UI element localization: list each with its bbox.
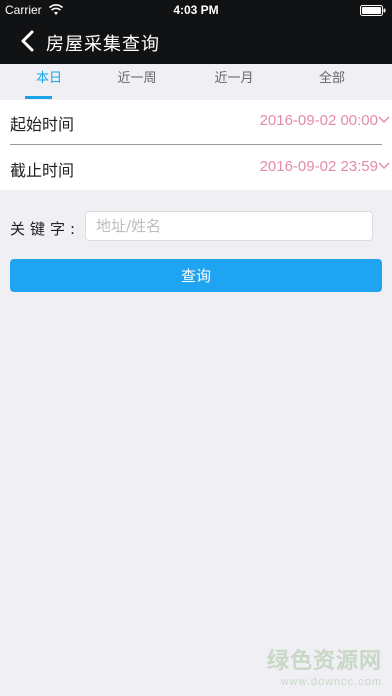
end-time-row[interactable]: 截止时间 2016-09-02 23:59 <box>0 146 392 190</box>
chevron-down-icon[interactable] <box>378 115 390 125</box>
status-bar: Carrier 4:03 PM <box>0 0 392 20</box>
back-chevron-icon[interactable] <box>18 29 38 53</box>
start-time-value[interactable]: 2016-09-02 00:00 <box>260 112 378 129</box>
watermark-url: www.downcc.com <box>280 676 382 688</box>
start-time-row[interactable]: 起始时间 2016-09-02 00:00 <box>0 100 392 144</box>
keyword-input[interactable] <box>85 211 373 241</box>
chevron-down-icon[interactable] <box>378 161 390 171</box>
keyword-label: 关键字: <box>10 220 81 238</box>
tab-all[interactable]: 全部 <box>283 64 381 100</box>
nav-bar: 房屋采集查询 <box>0 20 392 64</box>
end-time-value[interactable]: 2016-09-02 23:59 <box>260 158 378 175</box>
date-range-tabs: 本日 近一周 近一月 全部 <box>0 64 392 100</box>
time-range-form: 起始时间 2016-09-02 00:00 截止时间 2016-09-02 23… <box>0 100 392 190</box>
query-button[interactable]: 查询 <box>10 259 382 292</box>
end-time-label: 截止时间 <box>10 161 75 180</box>
status-time: 4:03 PM <box>173 3 219 17</box>
watermark-text: 绿色资源网 <box>266 649 382 674</box>
tab-last-month[interactable]: 近一月 <box>185 64 283 100</box>
battery-icon <box>360 5 386 16</box>
active-tab-indicator <box>25 96 52 99</box>
page-title: 房屋采集查询 <box>46 34 160 55</box>
tab-today[interactable]: 本日 <box>0 64 98 100</box>
top-bar: Carrier 4:03 PM 房屋采集查询 <box>0 0 392 64</box>
watermark: 绿色资源网 www.downcc.com <box>267 648 382 688</box>
start-time-label: 起始时间 <box>10 115 75 134</box>
divider <box>10 144 382 145</box>
tab-last-week[interactable]: 近一周 <box>88 64 186 100</box>
